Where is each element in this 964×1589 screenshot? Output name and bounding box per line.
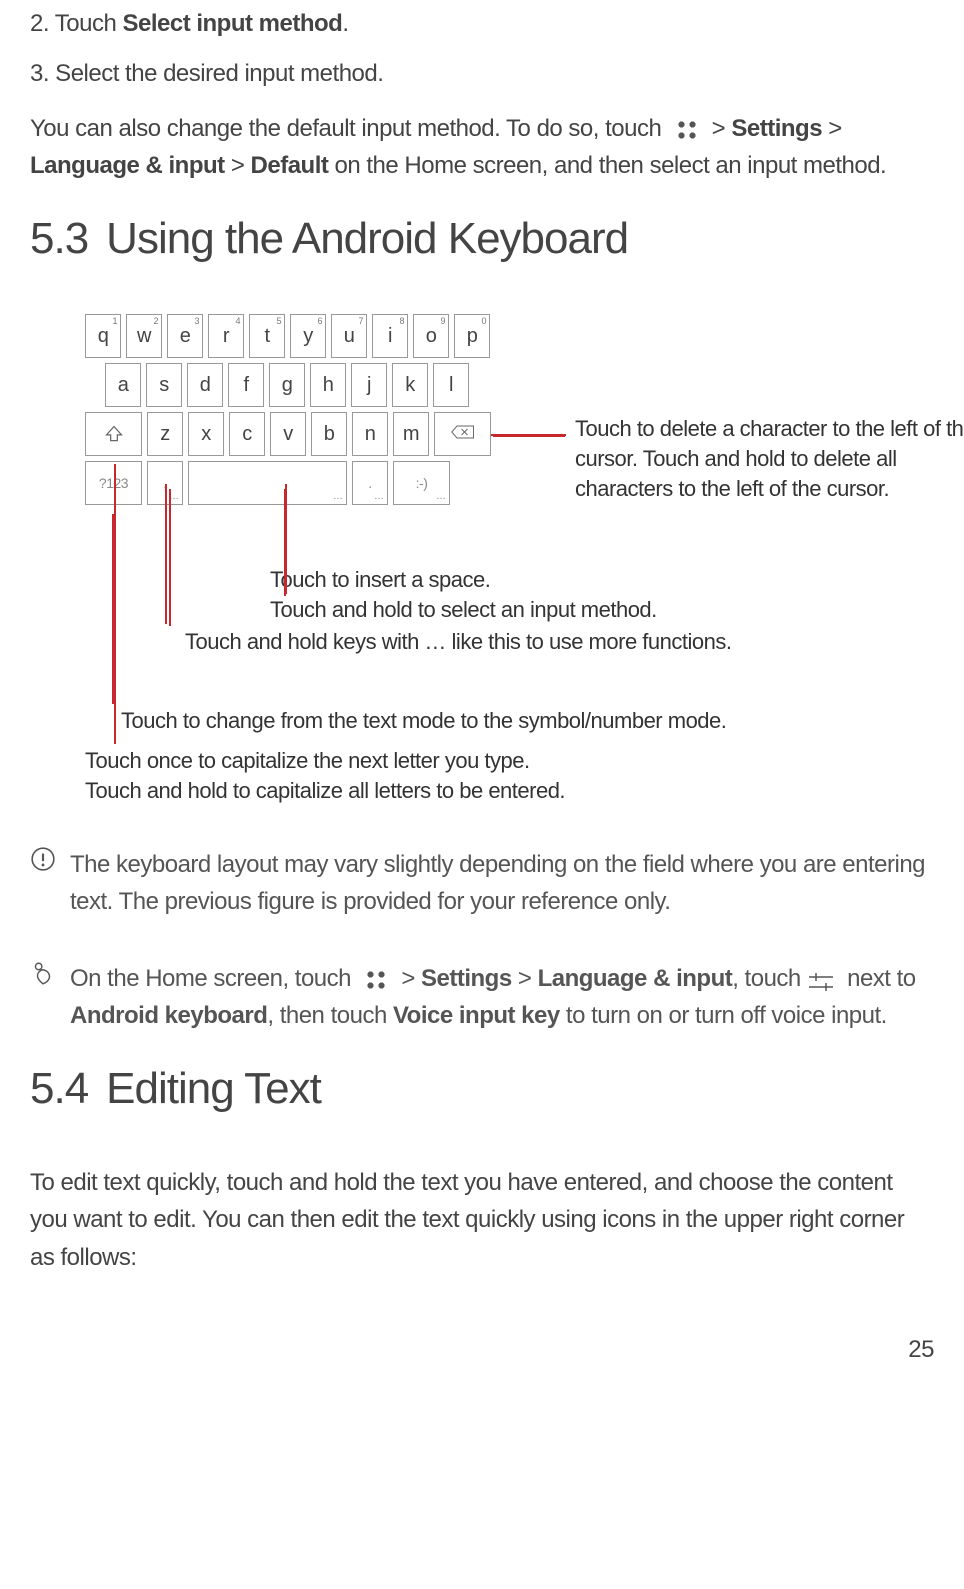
callout-space: Touch to insert a space. Touch and hold … [270, 565, 934, 624]
key-r: r4 [208, 314, 244, 358]
backspace-key [434, 412, 491, 456]
key-d: d [187, 363, 223, 407]
callout-comma: Touch and hold keys with … like this to … [185, 627, 934, 657]
step-3: 3. Select the desired input method. [30, 60, 934, 88]
key-f: f [228, 363, 264, 407]
keyboard-diagram: q1w2e3r4t5y6u7i8o9p0 asdfghjkl zxcvbnm ?… [85, 314, 934, 805]
key-y: y6 [290, 314, 326, 358]
emoticon-key: :-)… [393, 461, 450, 505]
key-n: n [352, 412, 388, 456]
info-icon [30, 846, 58, 920]
page-number: 25 [30, 1336, 934, 1364]
sliders-icon [807, 968, 835, 992]
shift-icon [104, 424, 124, 444]
apps-grid-icon [676, 119, 698, 141]
note-voice-input: On the Home screen, touch > Settings > L… [30, 960, 934, 1034]
key-v: v [270, 412, 306, 456]
key-q: q1 [85, 314, 121, 358]
heading-5-4: 5.4Editing Text [30, 1064, 934, 1114]
key-j: j [351, 363, 387, 407]
key-e: e3 [167, 314, 203, 358]
callout-line [165, 484, 167, 624]
apps-grid-icon [365, 969, 387, 991]
shift-key [85, 412, 142, 456]
heading-5-3: 5.3Using the Android Keyboard [30, 214, 934, 264]
comma-key: ,… [147, 461, 183, 505]
space-key: … [188, 461, 347, 505]
callout-symbol: Touch to change from the text mode to th… [121, 706, 934, 736]
step-2: 2. Touch Select input method. [30, 10, 934, 38]
key-x: x [188, 412, 224, 456]
callout-shift: Touch once to capitalize the next letter… [85, 746, 934, 805]
key-i: i8 [372, 314, 408, 358]
key-z: z [147, 412, 183, 456]
paragraph-edit-text: To edit text quickly, touch and hold the… [30, 1164, 934, 1276]
key-t: t5 [249, 314, 285, 358]
key-m: m [393, 412, 429, 456]
key-p: p0 [454, 314, 490, 358]
key-b: b [311, 412, 347, 456]
callout-line [112, 514, 114, 704]
backspace-icon [451, 423, 475, 446]
key-g: g [269, 363, 305, 407]
key-k: k [392, 363, 428, 407]
tip-icon [30, 960, 58, 1034]
key-s: s [146, 363, 182, 407]
key-o: o9 [413, 314, 449, 358]
key-h: h [310, 363, 346, 407]
key-w: w2 [126, 314, 162, 358]
key-l: l [433, 363, 469, 407]
symbol-key: ?123 [85, 461, 142, 505]
key-c: c [229, 412, 265, 456]
callout-backspace: Touch to delete a character to the left … [575, 414, 964, 503]
paragraph-change-default: You can also change the default input me… [30, 110, 934, 184]
callout-line [114, 464, 116, 744]
key-a: a [105, 363, 141, 407]
note-keyboard-layout: The keyboard layout may vary slightly de… [30, 846, 934, 920]
period-key: .… [352, 461, 388, 505]
key-u: u7 [331, 314, 367, 358]
